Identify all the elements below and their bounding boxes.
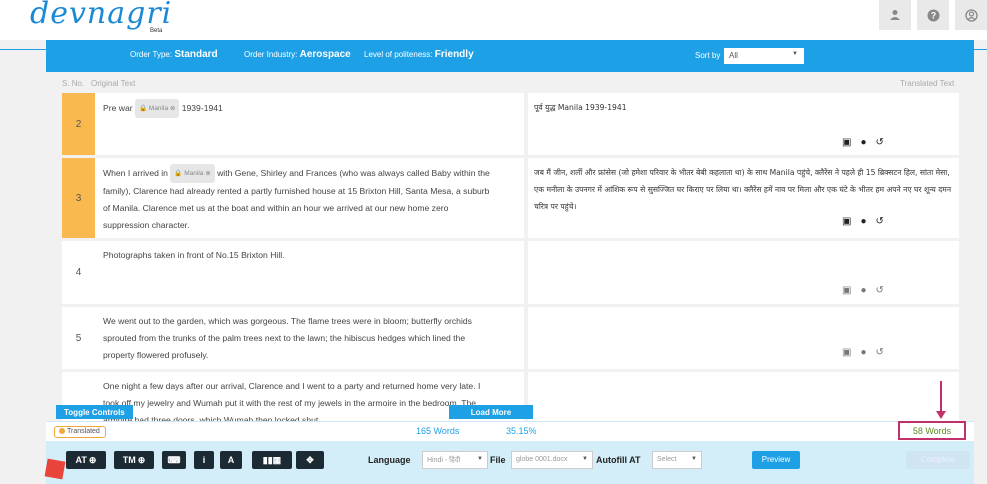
translated-word-count: 58 Words	[898, 421, 966, 440]
row-actions: ▣ ● ↺	[842, 347, 884, 358]
layout-icon: ▮▮▦	[262, 454, 282, 465]
row-actions: ▣ ● ↺	[842, 137, 884, 148]
keyboard-button[interactable]: ⌨	[162, 451, 186, 469]
file-select[interactable]: globe 0001.docx ▼	[511, 451, 593, 469]
original-text[interactable]: When I arrived in 🔒 Manila ⊗ with Gene, …	[103, 164, 493, 234]
term-tag[interactable]: 🔒 Manila ⊗	[135, 99, 180, 118]
app-badge-icon	[44, 458, 66, 480]
original-text[interactable]: Pre war 🔒 Manila ⊗ 1939-1941	[103, 99, 493, 118]
save-icon[interactable]: ▣	[842, 347, 851, 358]
user-icon[interactable]	[879, 0, 911, 30]
footer-toolbar: AT ⊕ TM ⊕ ⌨ i A ▮▮▦ ✥ Language Hindi - हिं…	[46, 441, 974, 484]
row-number: 4	[75, 267, 82, 278]
top-icons: ?	[873, 0, 987, 30]
comment-icon[interactable]: ●	[860, 285, 866, 296]
lock-icon: 🔒	[139, 105, 148, 112]
order-type: Order Type: Standard	[130, 49, 218, 60]
table-row[interactable]: 2 Pre war 🔒 Manila ⊗ 1939-1941 पूर्व युद…	[62, 93, 959, 155]
autofill-label: Autofill AT	[596, 455, 641, 465]
annotation-arrow-head	[936, 411, 946, 419]
history-icon[interactable]: ↺	[876, 285, 884, 296]
translated-legend: Translated	[54, 426, 106, 438]
table-row[interactable]: 5 We went out to the garden, which was g…	[62, 307, 959, 369]
tm-toggle-button[interactable]: TM ⊕	[114, 451, 154, 469]
translated-text[interactable]: पूर्व युद्ध Manila 1939-1941	[534, 99, 954, 116]
account-icon[interactable]	[955, 0, 987, 30]
order-info-bar: Order Type: Standard Order Industry: Aer…	[46, 40, 974, 72]
politeness-level: Level of politeness: Friendly	[364, 49, 474, 60]
original-text[interactable]: We went out to the garden, which was gor…	[103, 313, 493, 364]
autofill-select[interactable]: Select ▼	[652, 451, 702, 469]
history-icon[interactable]: ↺	[876, 347, 884, 358]
layout-button[interactable]: ▮▮▦	[252, 451, 292, 469]
complete-button[interactable]: Complete	[906, 451, 970, 469]
translated-text[interactable]: जब मैं जीन, शर्ली और फ्रांसेस (जो हमेशा …	[534, 164, 954, 215]
save-icon[interactable]: ▣	[842, 285, 851, 296]
font-button[interactable]: A	[220, 451, 242, 469]
original-text[interactable]: One night a few days after our arrival, …	[103, 378, 493, 421]
lock-icon: 🔒	[174, 170, 183, 177]
term-tag[interactable]: 🔒 Manila ⊗	[170, 164, 215, 183]
row-number: 3	[62, 158, 95, 238]
save-icon[interactable]: ▣	[842, 137, 851, 148]
table-row[interactable]: 4 Photographs taken in front of No.15 Br…	[62, 241, 959, 304]
load-more-button[interactable]: Load More	[449, 405, 533, 419]
order-industry: Order Industry: Aerospace	[244, 49, 351, 60]
brand-logo[interactable]: devnagri	[30, 0, 172, 31]
row-number: 5	[75, 332, 82, 344]
chevron-down-icon: ▼	[582, 456, 588, 462]
toggle-controls-button[interactable]: Toggle Controls	[56, 405, 133, 419]
table-row[interactable]: 3 When I arrived in 🔒 Manila ⊗ with Gene…	[62, 158, 959, 238]
chevron-down-icon: ▼	[691, 456, 697, 462]
comment-icon[interactable]: ●	[860, 216, 866, 227]
top-bar: devnagri Beta ?	[0, 0, 987, 40]
move-button[interactable]: ✥	[296, 451, 324, 469]
row-actions: ▣ ● ↺	[842, 216, 884, 227]
sort-label: Sort by	[695, 51, 721, 60]
annotation-arrow	[940, 381, 942, 415]
col-header-sno: S. No.	[62, 79, 85, 88]
move-icon: ✥	[306, 454, 314, 465]
total-words: 165 Words	[416, 426, 460, 436]
plus-circle-icon: ⊕	[137, 454, 146, 465]
col-header-translated: Translated Text	[900, 79, 955, 88]
language-select[interactable]: Hindi - हिंदी ▼	[422, 451, 488, 469]
chevron-down-icon: ▼	[477, 456, 483, 462]
close-icon[interactable]: ⊗	[205, 170, 210, 177]
save-icon[interactable]: ▣	[842, 216, 851, 227]
at-toggle-button[interactable]: AT ⊕	[66, 451, 106, 469]
column-separator	[524, 307, 528, 369]
keyboard-icon: ⌨	[167, 454, 181, 465]
file-label: File	[490, 455, 506, 465]
sort-select[interactable]: All ▼	[724, 48, 804, 64]
stats-bar: Translated 165 Words 35.15% 58 Words	[46, 421, 974, 441]
column-separator	[524, 93, 528, 155]
column-separator	[524, 241, 528, 304]
plus-circle-icon: ⊕	[88, 454, 97, 465]
history-icon[interactable]: ↺	[876, 137, 884, 148]
chevron-down-icon: ▼	[792, 51, 798, 57]
language-label: Language	[368, 455, 411, 465]
col-header-original: Original Text	[91, 79, 136, 88]
info-button[interactable]: i	[194, 451, 214, 469]
status-dot-icon	[59, 428, 65, 434]
preview-button[interactable]: Preview	[752, 451, 800, 469]
column-separator	[524, 158, 528, 238]
history-icon[interactable]: ↺	[876, 216, 884, 227]
original-text[interactable]: Photographs taken in front of No.15 Brix…	[103, 247, 493, 264]
close-icon[interactable]: ⊗	[170, 105, 175, 112]
svg-text:?: ?	[930, 10, 936, 20]
row-number: 2	[62, 93, 95, 155]
comment-icon[interactable]: ●	[860, 347, 866, 358]
help-icon[interactable]: ?	[917, 0, 949, 30]
row-actions: ▣ ● ↺	[842, 285, 884, 296]
beta-label: Beta	[150, 28, 163, 34]
comment-icon[interactable]: ●	[860, 137, 866, 148]
progress-percent: 35.15%	[506, 426, 537, 436]
